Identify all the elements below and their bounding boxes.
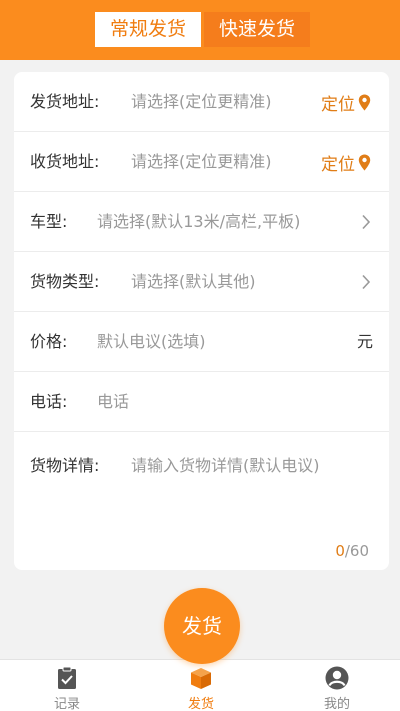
- top-header: 常规发货 快速发货: [0, 0, 400, 60]
- price-row: 价格: 默认电议(选填) 元: [14, 312, 389, 372]
- user-avatar-icon: [325, 666, 349, 690]
- chevron-right-icon: [362, 214, 371, 230]
- destination-address-input[interactable]: 请选择(定位更精准): [131, 132, 272, 192]
- tab-records-label: 记录: [53, 697, 80, 711]
- tab-ship[interactable]: 发货: [161, 660, 241, 711]
- destination-address-label: 收货地址:: [30, 152, 100, 171]
- location-pin-icon: [358, 154, 371, 170]
- tab-quick-shipping[interactable]: 快速发货: [204, 12, 310, 47]
- submit-shipment-button[interactable]: 发货: [164, 588, 240, 664]
- origin-locate-button[interactable]: 定位: [321, 72, 371, 132]
- price-input[interactable]: 默认电议(选填): [97, 312, 206, 372]
- package-box-icon: [191, 668, 211, 689]
- cargo-type-select[interactable]: 请选择(默认其他): [131, 252, 256, 312]
- origin-address-row[interactable]: 发货地址: 请选择(定位更精准) 定位: [14, 72, 389, 132]
- tab-records[interactable]: 记录: [27, 660, 107, 711]
- cargo-type-row[interactable]: 货物类型: 请选择(默认其他): [14, 252, 389, 312]
- cargo-details-area: 货物详情: 请输入货物详情(默认电议) 0/60: [14, 432, 389, 570]
- clipboard-check-icon: [58, 666, 76, 689]
- tab-mine[interactable]: 我的: [297, 660, 377, 711]
- vehicle-type-select[interactable]: 请选择(默认13米/高栏,平板): [97, 192, 300, 252]
- origin-address-input[interactable]: 请选择(定位更精准): [131, 72, 272, 132]
- vehicle-type-row[interactable]: 车型: 请选择(默认13米/高栏,平板): [14, 192, 389, 252]
- char-count-max: /60: [344, 542, 369, 560]
- bottom-tab-bar: 记录 发货 我的: [0, 659, 400, 711]
- destination-address-row[interactable]: 收货地址: 请选择(定位更精准) 定位: [14, 132, 389, 192]
- chevron-right-icon: [362, 274, 371, 290]
- vehicle-type-label: 车型:: [30, 212, 68, 231]
- origin-locate-label: 定位: [321, 94, 355, 115]
- price-unit: 元: [356, 332, 373, 351]
- cargo-type-label: 货物类型:: [30, 272, 100, 291]
- tab-ship-label: 发货: [187, 697, 214, 711]
- cargo-details-textarea[interactable]: 请输入货物详情(默认电议): [131, 452, 320, 476]
- origin-address-label: 发货地址:: [30, 92, 100, 111]
- location-pin-icon: [358, 94, 371, 110]
- destination-locate-button[interactable]: 定位: [321, 132, 371, 192]
- shipping-form: 发货地址: 请选择(定位更精准) 定位 收货地址: 请选择(定位更精准) 定位 …: [14, 72, 389, 570]
- tab-regular-shipping[interactable]: 常规发货: [95, 12, 201, 47]
- price-label: 价格:: [30, 332, 68, 351]
- char-counter: 0/60: [335, 542, 369, 560]
- phone-label: 电话:: [30, 392, 68, 411]
- tab-mine-label: 我的: [323, 697, 350, 711]
- cargo-details-label: 货物详情:: [30, 456, 100, 475]
- destination-locate-label: 定位: [321, 154, 355, 175]
- phone-row: 电话: 电话: [14, 372, 389, 432]
- phone-input[interactable]: 电话: [97, 372, 129, 432]
- char-count-current: 0: [335, 542, 345, 560]
